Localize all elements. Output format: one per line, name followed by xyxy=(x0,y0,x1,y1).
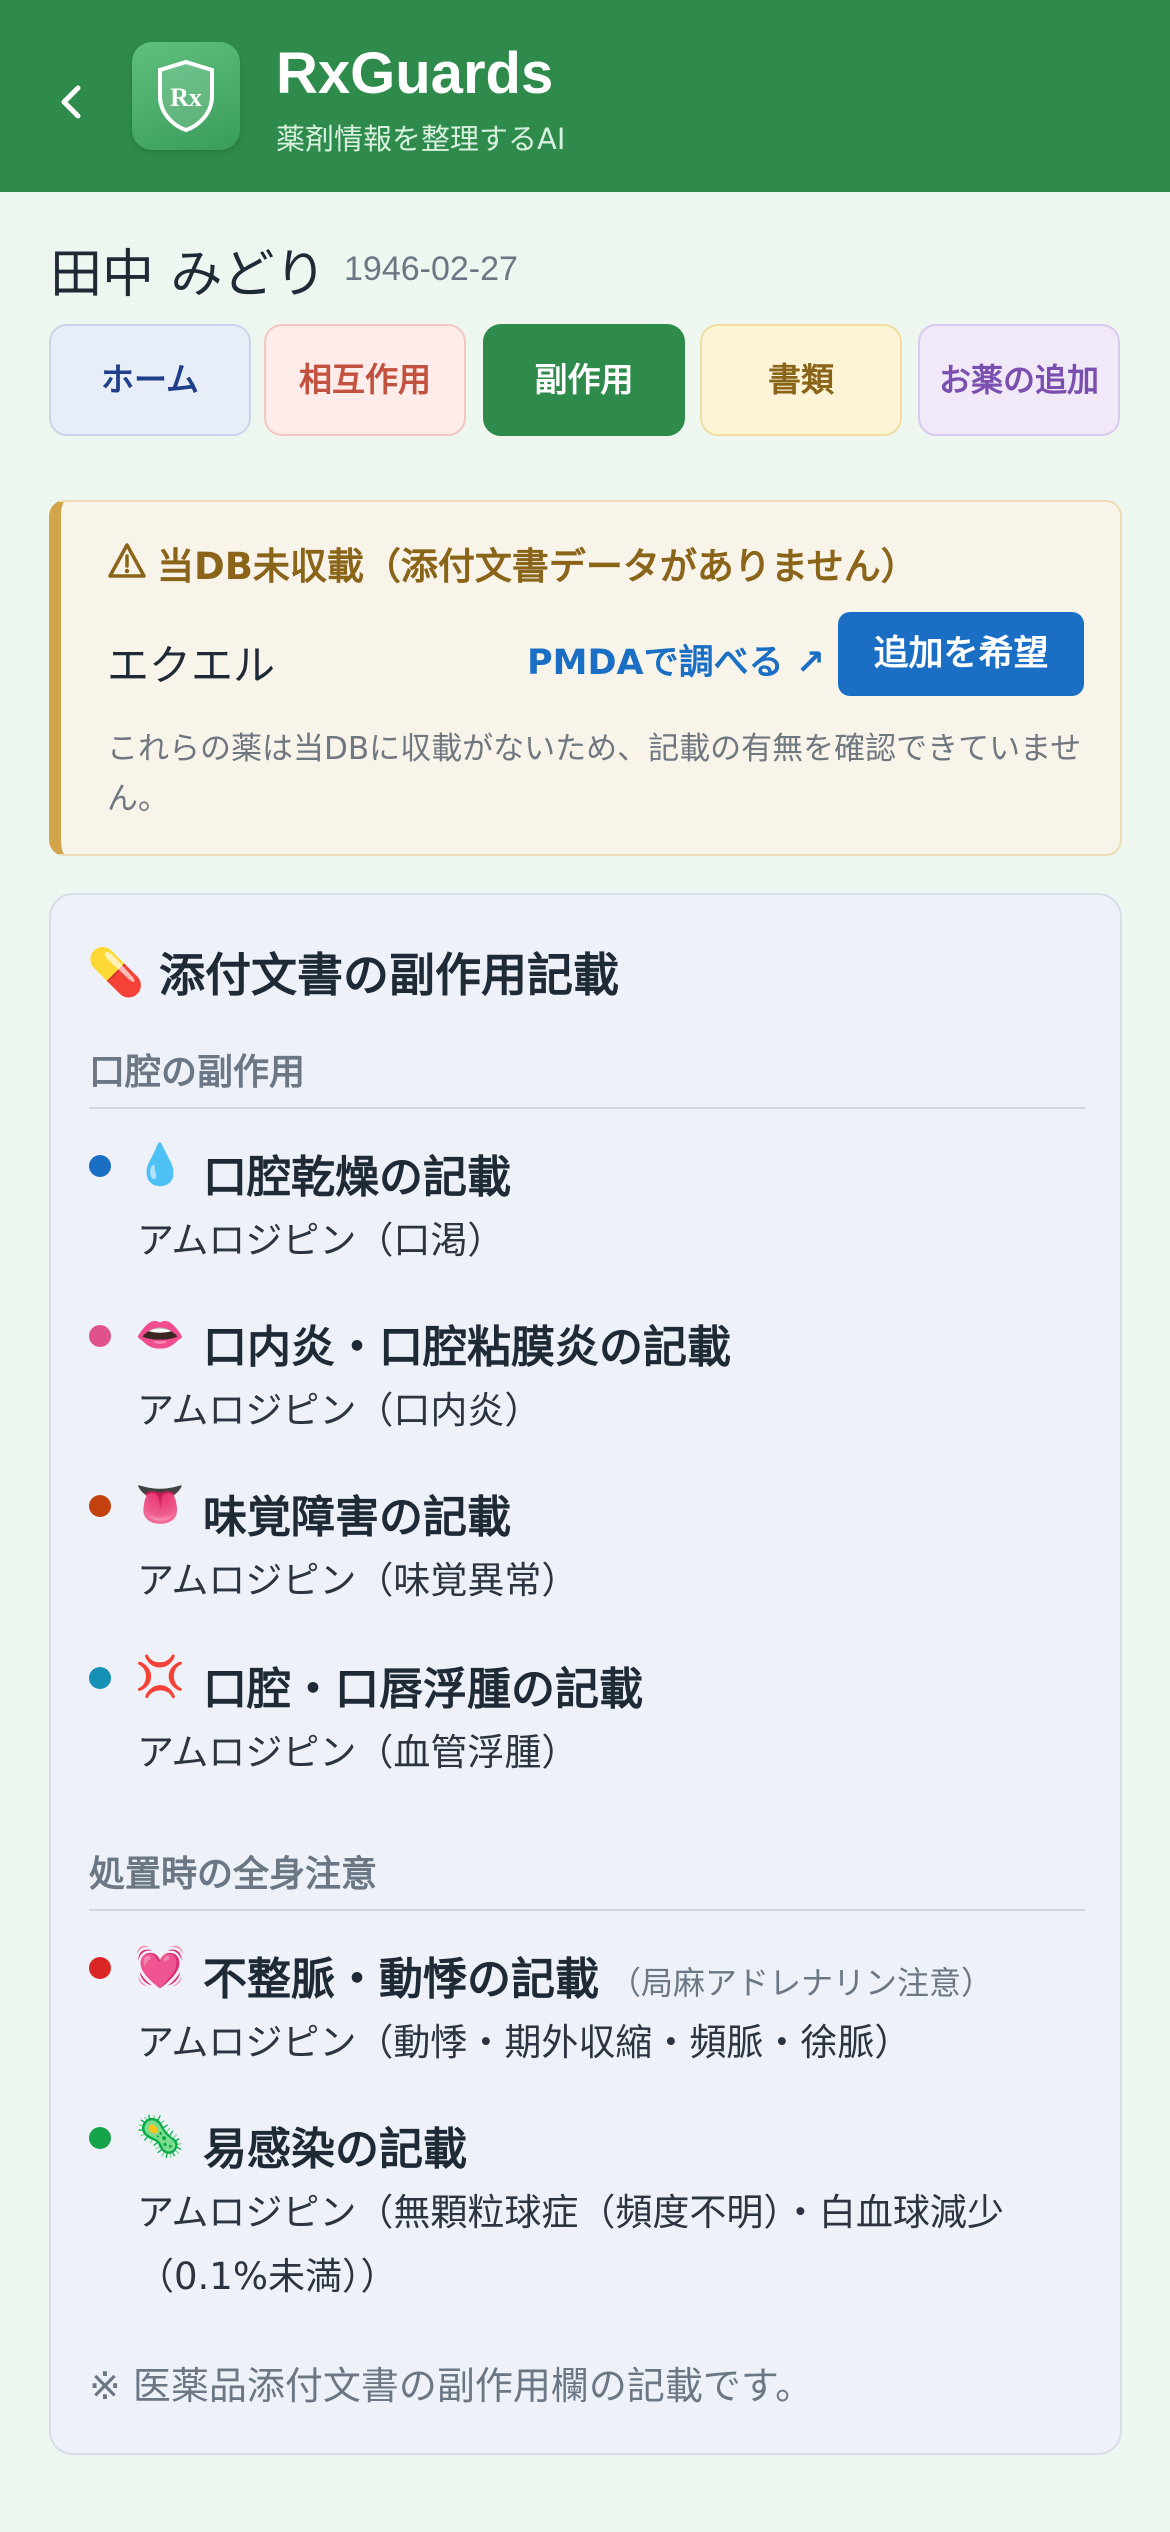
side-effect-title: 口内炎・口腔粘膜炎の記載 xyxy=(203,1322,731,1373)
chevron-left-icon xyxy=(61,85,81,119)
bullet-dot xyxy=(89,1155,111,1177)
side-effect-title-text: 不整脈・動悸の記載 xyxy=(203,1954,599,2005)
side-effects-title: 添付文書の副作用記載 xyxy=(159,948,619,1002)
patient-name: 田中 みどり xyxy=(50,245,327,305)
section-heading-systemic: 処置時の全身注意 xyxy=(89,1854,378,1895)
app-title: RxGuards xyxy=(276,41,554,106)
side-effects-footnote: ※ 医薬品添付文書の副作用欄の記載です。 xyxy=(89,2364,814,2408)
side-effect-desc: アムロジピン（血管浮腫） xyxy=(137,1731,579,1774)
patient-dob: 1946-02-27 xyxy=(344,250,518,288)
bullet-dot xyxy=(89,2127,111,2149)
section-heading-oral: 口腔の副作用 xyxy=(89,1052,306,1093)
app-logo: Rx xyxy=(132,42,240,150)
side-effect-note: （局麻アドレナリン注意） xyxy=(609,1964,994,2002)
unlisted-drug-name: エクエル xyxy=(107,641,276,690)
lips-icon: 👄 xyxy=(135,1312,185,1358)
anger-symbol-icon: 💢 xyxy=(135,1654,185,1700)
logo-text: Rx xyxy=(170,83,202,112)
side-effect-desc: アムロジピン（口内炎） xyxy=(137,1389,542,1432)
unlisted-drug-warning-card: 当DB未収載（添付文書データがありません） エクエル PMDAで調べる ↗ 追加… xyxy=(49,500,1122,856)
microbe-icon: 🦠 xyxy=(135,2114,185,2160)
pill-icon: 💊 xyxy=(87,945,145,999)
side-effect-title: 味覚障害の記載 xyxy=(203,1492,511,1543)
side-effect-title: 不整脈・動悸の記載 （局麻アドレナリン注意） xyxy=(203,1943,993,2007)
side-effect-title: 口腔・口唇浮腫の記載 xyxy=(203,1664,643,1715)
tab-add-medicine[interactable]: お薬の追加 xyxy=(918,324,1120,436)
side-effects-card: 💊 添付文書の副作用記載 口腔の副作用 💧 口腔乾燥の記載 アムロジピン（口渇）… xyxy=(49,893,1122,2455)
tab-interactions[interactable]: 相互作用 xyxy=(264,324,466,436)
tongue-icon: 👅 xyxy=(135,1482,185,1528)
tab-side-effects[interactable]: 副作用 xyxy=(483,324,685,436)
app-header: Rx RxGuards 薬剤情報を整理するAI xyxy=(0,0,1170,192)
side-effect-desc: アムロジピン（味覚異常） xyxy=(137,1559,579,1602)
side-effect-desc: アムロジピン（口渇） xyxy=(137,1219,505,1262)
bullet-dot xyxy=(89,1957,111,1979)
tab-documents[interactable]: 書類 xyxy=(700,324,902,436)
warning-note: これらの薬は当DBに収載がないため、記載の有無を確認できていません。 xyxy=(107,731,1082,817)
section-divider xyxy=(89,1107,1085,1109)
shield-icon: Rx xyxy=(158,59,214,133)
warning-title: 当DB未収載（添付文書データがありません） xyxy=(157,545,918,588)
beating-heart-icon: 💓 xyxy=(135,1944,185,1990)
bullet-dot xyxy=(89,1667,111,1689)
side-effect-title: 口腔乾燥の記載 xyxy=(203,1152,511,1203)
section-divider xyxy=(89,1909,1085,1911)
side-effect-desc: アムロジピン（無顆粒球症（頻度不明）・白血球減少（0.1%未満）） xyxy=(137,2191,1004,2298)
tab-home[interactable]: ホーム xyxy=(49,324,251,436)
bullet-dot xyxy=(89,1495,111,1517)
warning-icon xyxy=(108,543,146,578)
droplet-icon: 💧 xyxy=(135,1142,185,1188)
side-effect-title: 易感染の記載 xyxy=(203,2124,467,2175)
pmda-search-link[interactable]: PMDAで調べる ↗ xyxy=(527,634,825,685)
bullet-dot xyxy=(89,1325,111,1347)
side-effect-desc: アムロジピン（動悸・期外収縮・頻脈・徐脈） xyxy=(137,2021,912,2064)
request-add-button[interactable]: 追加を希望 xyxy=(838,612,1084,696)
back-button[interactable] xyxy=(48,72,96,132)
app-subtitle: 薬剤情報を整理するAI xyxy=(276,122,566,156)
